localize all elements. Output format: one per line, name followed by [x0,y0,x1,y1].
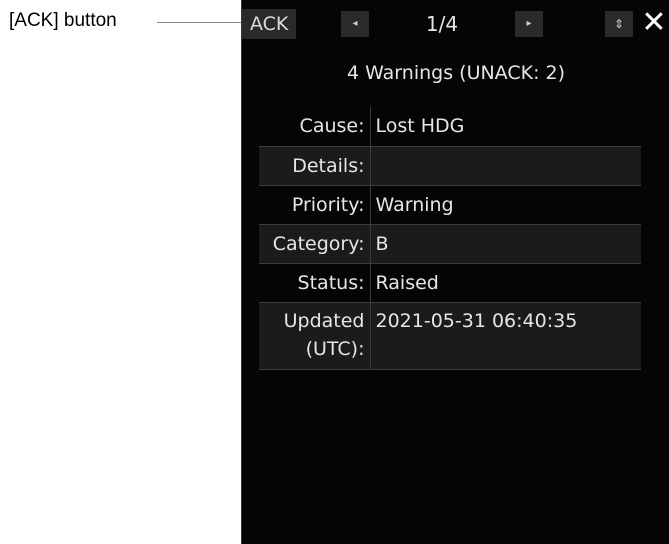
detail-key: Cause: [259,107,371,147]
detail-key: Category: [259,224,371,264]
up-down-arrows-icon: ⇕ [613,17,625,31]
detail-row-priority: Priority: Warning [259,185,641,225]
detail-key: Updated (UTC): [259,302,371,370]
detail-value: Warning [370,185,641,225]
annotation-label: [ACK] button [9,10,117,31]
detail-key-line: Updated [283,309,365,332]
next-page-button[interactable]: ▸ [515,11,543,37]
triangle-left-icon: ◂ [352,18,358,29]
alert-details-table: Cause: Lost HDG Details: Priority: Warni… [259,107,641,370]
alert-detail-panel: ACK ◂ 1/4 ▸ ⇕ ✕ 4 Warnings (UNACK: 2) Ca… [241,0,669,544]
detail-row-status: Status: Raised [259,263,641,303]
detail-row-category: Category: B [259,224,641,264]
detail-value: B [370,224,641,264]
panel-toolbar: ACK ◂ 1/4 ▸ ⇕ ✕ [242,0,669,50]
previous-page-button[interactable]: ◂ [341,11,369,37]
detail-key: Details: [259,146,371,186]
close-button[interactable]: ✕ [640,6,668,40]
detail-value [370,146,641,186]
detail-value: Raised [370,263,641,303]
detail-value: 2021-05-31 06:40:35 [370,302,641,370]
detail-row-cause: Cause: Lost HDG [259,107,641,147]
warnings-summary: 4 Warnings (UNACK: 2) [346,62,566,84]
close-icon: ✕ [641,5,667,40]
page-indicator: 1/4 [425,12,459,36]
detail-value: Lost HDG [370,107,641,147]
detail-row-details: Details: [259,146,641,186]
detail-key: Status: [259,263,371,303]
ack-button[interactable]: ACK [242,9,296,39]
triangle-right-icon: ▸ [526,18,532,29]
expand-collapse-button[interactable]: ⇕ [605,11,633,37]
detail-key: Priority: [259,185,371,225]
detail-key-line: (UTC): [305,337,365,360]
detail-row-updated: Updated (UTC): 2021-05-31 06:40:35 [259,302,641,370]
annotation-leader-line [157,22,242,23]
